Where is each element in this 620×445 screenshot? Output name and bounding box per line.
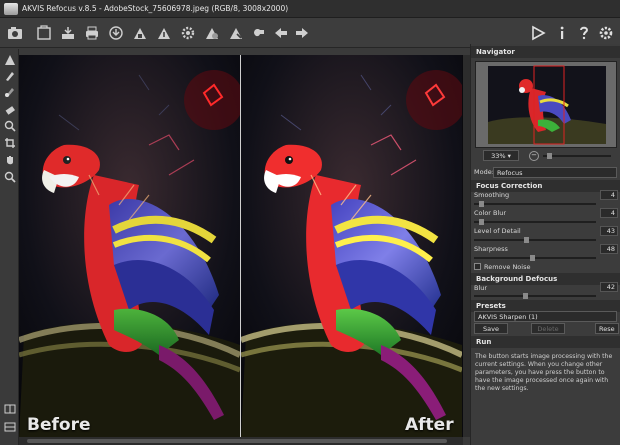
help-icon[interactable] [575, 24, 593, 42]
eraser-tool-icon[interactable] [2, 102, 17, 117]
before-pane: Before [19, 55, 240, 437]
preferences-gear-icon[interactable] [597, 24, 615, 42]
zoom-select[interactable]: 33% ▾ [483, 150, 519, 161]
window-title: AKVIS Refocus v.8.5 - AdobeStock_7560697… [22, 4, 289, 13]
remove-noise-label: Remove Noise [484, 263, 531, 271]
split-view-icon[interactable] [2, 401, 17, 416]
param-label-sharpness: Sharpness [474, 245, 508, 253]
share-icon[interactable] [107, 24, 125, 42]
smoothing-slider-knob[interactable] [479, 201, 484, 207]
navigator-thumbnail [476, 62, 616, 147]
import-preset-icon[interactable] [131, 24, 149, 42]
blur-slider-knob[interactable] [523, 293, 528, 299]
vertical-scrollbar[interactable] [463, 55, 470, 437]
after-label: After [405, 415, 454, 435]
zoom-slider[interactable] [543, 153, 611, 159]
after-pane: After [241, 55, 462, 437]
brush-tool-icon[interactable] [2, 68, 17, 83]
color-blur-slider-knob[interactable] [479, 219, 484, 225]
background-brush-icon[interactable] [2, 84, 17, 99]
before-label: Before [27, 415, 91, 435]
smoothing-slider[interactable] [474, 201, 596, 207]
remove-noise-checkbox[interactable] [474, 263, 481, 270]
color-blur-slider[interactable] [474, 219, 596, 225]
mode-value: Refocus [497, 169, 523, 177]
right-panel: Navigator 33% ▾ − Mode: Refocus Focus Co… [470, 44, 620, 445]
undo-arrow-icon[interactable] [272, 24, 290, 42]
redo-arrow-icon[interactable] [293, 24, 311, 42]
focus-area-tool-icon[interactable] [2, 52, 17, 67]
preset-selected: AKVIS Sharpen (1) [478, 313, 538, 321]
param-value-smoothing[interactable]: 4 [600, 190, 618, 200]
param-label-level-of-detail: Level of Detail [474, 227, 521, 235]
preset-save-button[interactable]: Save [474, 323, 508, 334]
run-description: The button starts image processing with … [475, 353, 613, 392]
level-of-detail-slider-knob[interactable] [524, 237, 529, 243]
info-icon[interactable] [553, 24, 571, 42]
zoom-tool-icon[interactable] [2, 169, 17, 184]
param-value-blur[interactable]: 42 [600, 282, 618, 292]
param-label-color-blur: Color Blur [474, 209, 507, 217]
hand-tool-icon[interactable] [250, 24, 268, 42]
param-label-blur: Blur [474, 284, 488, 292]
param-label-smoothing: Smoothing [474, 191, 510, 199]
parrot-image-before [19, 55, 240, 437]
crop-tool-icon[interactable] [2, 135, 17, 150]
sharpness-slider[interactable] [474, 255, 596, 261]
parrot-image-after [241, 55, 462, 437]
background-defocus-header: Background Defocus [471, 273, 620, 285]
zoom-slider-knob[interactable] [547, 153, 552, 159]
param-value-level-of-detail[interactable]: 43 [600, 226, 618, 236]
single-view-icon[interactable] [2, 419, 17, 434]
level-of-detail-slider[interactable] [474, 237, 596, 243]
export-preset-icon[interactable] [155, 24, 173, 42]
app-logo-icon [4, 2, 18, 15]
open-image-icon[interactable] [35, 24, 53, 42]
hand-tool-icon[interactable] [2, 152, 17, 167]
print-icon[interactable] [83, 24, 101, 42]
param-value-sharpness[interactable]: 48 [600, 244, 618, 254]
blur-slider[interactable] [474, 293, 596, 299]
preset-delete-button[interactable]: Delete [531, 323, 565, 334]
navigator-preview[interactable] [475, 61, 617, 148]
preset-reset-button[interactable]: Rese [595, 323, 619, 334]
navigator-header: Navigator [471, 46, 620, 58]
mode-select[interactable]: Refocus [493, 167, 617, 178]
workspace-icon[interactable] [227, 24, 245, 42]
horizontal-scroll-thumb[interactable] [27, 439, 447, 443]
sharpness-slider-knob[interactable] [530, 255, 535, 261]
run-play-icon[interactable] [529, 24, 547, 42]
settings-cog-icon[interactable] [179, 24, 197, 42]
zoom-value: 33% [491, 152, 506, 160]
horizontal-scrollbar[interactable] [19, 437, 463, 445]
run-header: Run [471, 336, 620, 348]
preset-select[interactable]: AKVIS Sharpen (1) [474, 311, 617, 322]
param-value-color-blur[interactable]: 4 [600, 208, 618, 218]
save-image-icon[interactable] [59, 24, 77, 42]
image-canvas[interactable]: Before After [19, 55, 463, 437]
camera-icon[interactable] [6, 24, 24, 42]
mode-label: Mode: [474, 168, 494, 176]
title-bar: AKVIS Refocus v.8.5 - AdobeStock_7560697… [0, 0, 620, 18]
left-toolbar [0, 49, 19, 445]
history-brush-icon[interactable] [2, 118, 17, 133]
zoom-out-icon[interactable]: − [529, 151, 539, 161]
batch-process-icon[interactable] [203, 24, 221, 42]
